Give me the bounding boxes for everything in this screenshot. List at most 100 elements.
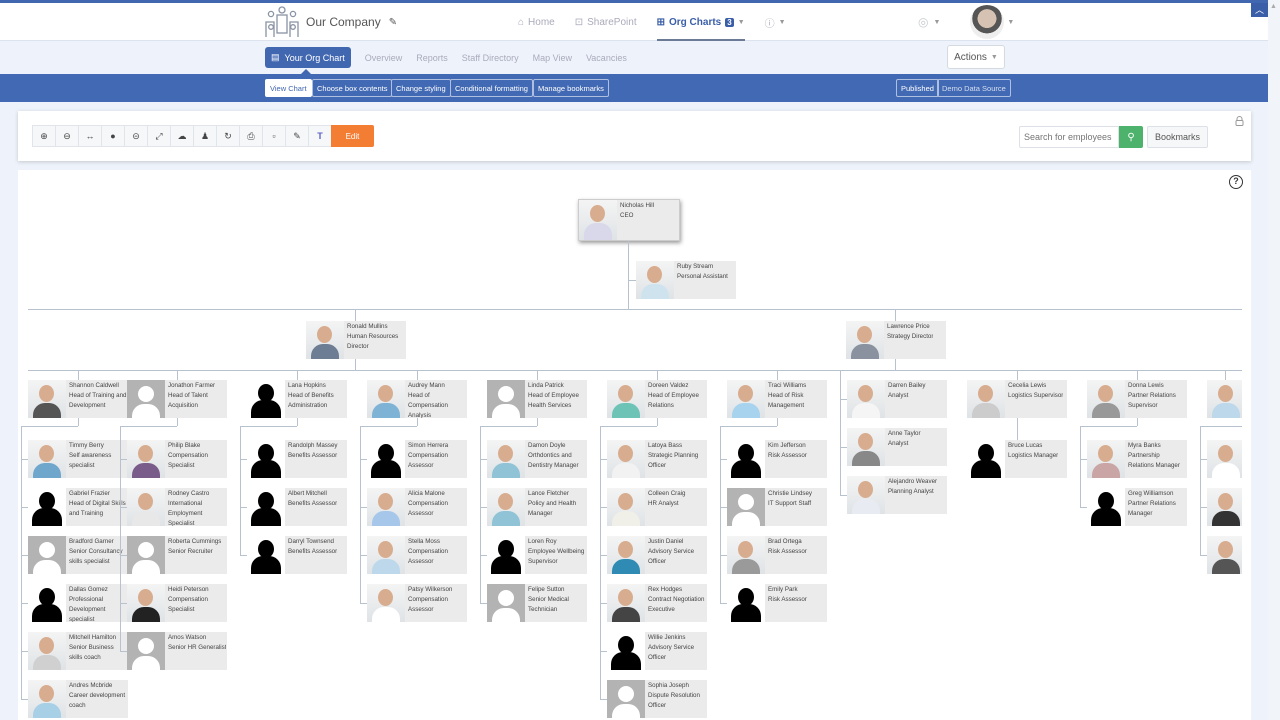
employee-card[interactable]: Bruce Lucas Logistics Manager [967, 440, 1067, 478]
data-source-button[interactable]: Demo Data Source [937, 79, 1011, 97]
employee-card[interactable]: Linda Patrick Head of Employee Health Ser… [487, 380, 587, 418]
employee-card[interactable]: Ronald Mullins Human Resources Director [306, 321, 406, 359]
employee-card[interactable]: Damon Doyle Orthdontics and Dentistry Man… [487, 440, 587, 478]
employee-card[interactable]: Darren Bailey Analyst [847, 380, 947, 418]
collapse-header-button[interactable]: ︿ [1251, 3, 1268, 17]
employee-card[interactable]: Lance Fletcher Policy and Health Manager [487, 488, 587, 526]
nav-help[interactable]: ⓘ ▼ [765, 3, 786, 41]
collapse-all-icon[interactable]: ⊝ [124, 125, 148, 147]
search-button[interactable]: ⚲ [1119, 126, 1143, 148]
tab-overview[interactable]: Overview [365, 53, 403, 63]
choose-box-contents-button[interactable]: Choose box contents [312, 79, 393, 97]
employee-card[interactable]: Loren Roy Employee Wellbeing Supervisor [487, 536, 587, 574]
employee-card[interactable]: Brad Ortega Risk Assessor [727, 536, 827, 574]
tab-vacancies[interactable]: Vacancies [586, 53, 627, 63]
employee-card[interactable]: Alejandro Weaver Planning Analyst [847, 476, 947, 514]
employee-card[interactable]: Willie Jenkins Advisory Service Officer [607, 632, 707, 670]
view-chart-button[interactable]: View Chart [265, 79, 312, 97]
brand[interactable]: Our Company ✎ [264, 5, 397, 39]
employee-card[interactable]: Sophia Joseph Dispute Resolution Officer [607, 680, 707, 718]
tab-reports[interactable]: Reports [416, 53, 448, 63]
employee-card[interactable]: Alicia Malone Compensation Assessor [367, 488, 467, 526]
employee-photo[interactable] [1207, 488, 1242, 526]
expand-all-icon[interactable]: ● [101, 125, 125, 147]
user-menu[interactable]: ▼ [970, 5, 1014, 39]
org-chart-canvas[interactable]: ? Nicholas Hill CEO Ruby Stream Personal As… [18, 170, 1251, 720]
fullscreen-icon[interactable]: ⤢ [147, 125, 171, 147]
employee-photo[interactable] [1207, 536, 1242, 574]
employee-card[interactable]: Mitchell Hamilton Senior Business skills … [28, 632, 128, 670]
employee-card[interactable]: Andres Mcbride Career development coach [28, 680, 128, 718]
employee-card[interactable]: Gabriel Frazier Head of Digital Skills an… [28, 488, 128, 526]
employee-card[interactable]: Patsy Wilkerson Compensation Assessor [367, 584, 467, 622]
employee-card[interactable]: Lawrence Price Strategy Director [846, 321, 946, 359]
zoom-out-icon[interactable]: ⊖ [55, 125, 79, 147]
employee-card[interactable]: Ruby Stream Personal Assistant [636, 261, 736, 299]
employee-photo[interactable] [1207, 440, 1242, 478]
employee-card[interactable]: Donna Lewis Partner Relations Supervisor [1087, 380, 1187, 418]
employee-card[interactable]: Traci Williams Head of Risk Management [727, 380, 827, 418]
person-icon[interactable]: ♟ [193, 125, 217, 147]
edit-button[interactable]: Edit [331, 125, 374, 147]
zoom-in-icon[interactable]: ⊕ [32, 125, 56, 147]
employee-card[interactable]: Simon Herrera Compensation Assessor [367, 440, 467, 478]
employee-card[interactable]: Rex Hodges Contract Negotiation Executive [607, 584, 707, 622]
employee-card[interactable]: Timmy Berry Self awareness specialist [28, 440, 128, 478]
employee-card[interactable]: Amos Watson Senior HR Generalist [127, 632, 227, 670]
nav-sharepoint[interactable]: ⊡ SharePoint [575, 3, 637, 41]
actions-dropdown[interactable]: Actions ▼ [947, 45, 1005, 69]
conditional-formatting-button[interactable]: Conditional formatting [450, 79, 533, 97]
manage-bookmarks-button[interactable]: Manage bookmarks [533, 79, 609, 97]
bookmarks-button[interactable]: Bookmarks [1147, 126, 1208, 148]
scroll-up-arrow-icon[interactable]: ▲ [1270, 3, 1277, 10]
employee-card[interactable]: Emily Park Risk Assessor [727, 584, 827, 622]
employee-card[interactable]: Nicholas Hill CEO [578, 199, 680, 241]
published-button[interactable]: Published [896, 79, 939, 97]
tab-staff-directory[interactable]: Staff Directory [462, 53, 519, 63]
fit-width-icon[interactable]: ↔ [78, 125, 102, 147]
employee-card[interactable]: Christie Lindsey IT Support Staff [727, 488, 827, 526]
upload-icon[interactable]: ☁ [170, 125, 194, 147]
teams-icon[interactable]: T [308, 125, 332, 147]
nav-home[interactable]: ⌂ Home [518, 3, 555, 41]
employee-card[interactable]: Colleen Craig HR Analyst [607, 488, 707, 526]
search-input[interactable] [1019, 126, 1119, 148]
employee-card[interactable]: Latoya Bass Strategic Planning Officer [607, 440, 707, 478]
employee-card[interactable]: Felipe Sutton Senior Medical Technician [487, 584, 587, 622]
employee-card[interactable]: Kim Jefferson Risk Assessor [727, 440, 827, 478]
employee-card[interactable]: Darryl Townsend Benefits Assessor [247, 536, 347, 574]
employee-card[interactable]: Myra Banks Partnership Relations Manager [1087, 440, 1187, 478]
refresh-icon[interactable]: ↻ [216, 125, 240, 147]
employee-card[interactable]: Justin Daniel Advisory Service Officer [607, 536, 707, 574]
export-icon[interactable]: ▫ [262, 125, 286, 147]
employee-card[interactable]: Roberta Cummings Senior Recruiter [127, 536, 227, 574]
change-styling-button[interactable]: Change styling [391, 79, 451, 97]
employee-card[interactable]: Albert Mitchell Benefits Assessor [247, 488, 347, 526]
employee-card[interactable]: Anne Taylor Analyst [847, 428, 947, 466]
lock-icon[interactable] [1235, 116, 1244, 126]
help-icon[interactable]: ? [1229, 175, 1243, 189]
tab-your-org-chart[interactable]: ▤ Your Org Chart [265, 47, 351, 68]
employee-card[interactable]: Doreen Valdez Head of Employee Relations [607, 380, 707, 418]
edit-pencil-icon[interactable]: ✎ [389, 17, 397, 28]
employee-card[interactable]: Greg Williamson Partner Relations Manager [1087, 488, 1187, 526]
employee-card[interactable]: Philip Blake Compensation Specialist [127, 440, 227, 478]
employee-card[interactable]: Bradford Garner Senior Consultancy skills… [28, 536, 128, 574]
page-scrollbar[interactable] [1268, 0, 1280, 720]
print-icon[interactable]: ⎙ [239, 125, 263, 147]
employee-card[interactable]: Rodney Castro International Employment Sp… [127, 488, 227, 526]
employee-card[interactable]: Dallas Gomez Professional Development spe… [28, 584, 128, 622]
employee-card[interactable]: Stella Moss Compensation Assessor [367, 536, 467, 574]
settings-menu[interactable]: ◎ ▼ [918, 15, 940, 29]
employee-card[interactable]: Shannon Caldwell Head of Training and Dev… [28, 380, 128, 418]
employee-card[interactable]: Lana Hopkins Head of Benefits Administrat… [247, 380, 347, 418]
tab-map-view[interactable]: Map View [533, 53, 572, 63]
employee-card[interactable]: Cecelia Lewis Logistics Supervisor [967, 380, 1067, 418]
brush-icon[interactable]: ✎ [285, 125, 309, 147]
employee-card[interactable]: Randolph Massey Benefits Assessor [247, 440, 347, 478]
employee-card[interactable]: Audrey Mann Head of Compensation Analysis [367, 380, 467, 418]
employee-photo[interactable] [1207, 380, 1242, 418]
nav-org-charts[interactable]: ⊞ Org Charts 3 ▼ [656, 3, 745, 41]
employee-card[interactable]: Heidi Peterson Compensation Specialist [127, 584, 227, 622]
employee-card[interactable]: Jonathon Farmer Head of Talent Acquisitio… [127, 380, 227, 418]
